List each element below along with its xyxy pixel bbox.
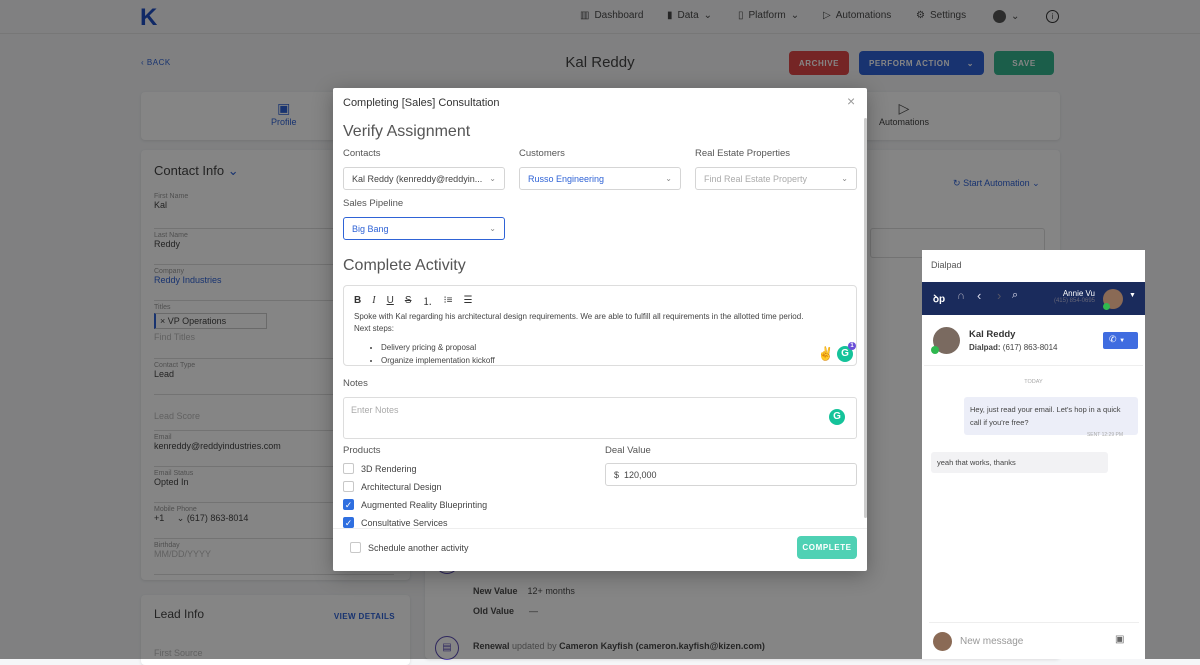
online-status-icon bbox=[931, 346, 939, 354]
strikethrough-icon[interactable]: S bbox=[405, 295, 412, 306]
user-avatar bbox=[933, 632, 952, 651]
camera-icon[interactable]: ▣ bbox=[1115, 634, 1124, 645]
caret-down-icon[interactable]: ▼ bbox=[1129, 292, 1136, 299]
emoji-icon[interactable]: ✌ bbox=[818, 346, 834, 362]
dialpad-title: Dialpad bbox=[931, 260, 962, 270]
deal-value-input[interactable]: $ 120,000 bbox=[605, 463, 857, 486]
complete-button[interactable]: COMPLETE bbox=[797, 536, 857, 559]
product-checkbox[interactable]: ✓ Augmented Reality Blueprinting bbox=[343, 499, 487, 510]
dialpad-panel: Dialpad ꝺp ∩ ‹ › ⌕ Annie Vu (415) 854-069… bbox=[922, 250, 1145, 659]
chevron-down-icon: ⌄ bbox=[489, 224, 496, 233]
close-icon[interactable]: × bbox=[847, 93, 855, 109]
sales-pipeline-select[interactable]: Big Bang ⌄ bbox=[343, 217, 505, 240]
complete-activity-heading: Complete Activity bbox=[343, 257, 466, 274]
forward-icon[interactable]: › bbox=[997, 288, 1001, 303]
rich-text-editor[interactable]: B I U S ⒈ ⁝≡ ☰ Spoke with Kal regarding his ar… bbox=[343, 285, 857, 366]
online-status-icon bbox=[1103, 303, 1110, 310]
modal-title: Completing [Sales] Consultation bbox=[343, 97, 500, 109]
real-estate-select[interactable]: Find Real Estate Property ⌄ bbox=[695, 167, 857, 190]
call-button[interactable]: ✆ ▼ bbox=[1103, 332, 1138, 349]
chevron-down-icon: ⌄ bbox=[665, 174, 672, 183]
grammarly-icon[interactable]: G1 bbox=[837, 342, 856, 362]
editor-toolbar: B I U S ⒈ ⁝≡ ☰ bbox=[344, 286, 856, 311]
product-checkbox[interactable]: ✓ Consultative Services bbox=[343, 517, 448, 528]
underline-icon[interactable]: U bbox=[387, 295, 394, 306]
dialpad-logo-icon: ꝺp bbox=[933, 294, 946, 305]
schedule-another-checkbox[interactable]: Schedule another activity bbox=[350, 542, 469, 553]
caret-down-icon: ▼ bbox=[1119, 338, 1126, 344]
customers-select[interactable]: Russo Engineering ⌄ bbox=[519, 167, 681, 190]
check-icon[interactable]: ✓ bbox=[343, 517, 354, 528]
product-checkbox[interactable]: Architectural Design bbox=[343, 481, 442, 492]
divider-icon[interactable]: ☰ bbox=[464, 295, 473, 306]
bold-icon[interactable]: B bbox=[354, 295, 361, 306]
italic-icon[interactable]: I bbox=[372, 295, 375, 306]
ordered-list-icon[interactable]: ⒈ bbox=[422, 293, 432, 308]
incoming-message: yeah that works, thanks bbox=[931, 452, 1108, 473]
search-icon[interactable]: ⌕ bbox=[1012, 289, 1018, 302]
check-icon[interactable]: ✓ bbox=[343, 499, 354, 510]
chevron-down-icon: ⌄ bbox=[489, 174, 496, 183]
phone-icon: ✆ bbox=[1109, 334, 1117, 344]
back-icon[interactable]: ‹ bbox=[977, 288, 981, 303]
outgoing-message: Hey, just read your email. Let's hop in … bbox=[964, 397, 1138, 435]
complete-activity-modal: Completing [Sales] Consultation × Verify… bbox=[333, 88, 867, 571]
headset-icon[interactable]: ∩ bbox=[957, 290, 965, 302]
grammarly-icon[interactable]: G bbox=[829, 409, 845, 425]
bullet-list-icon[interactable]: ⁝≡ bbox=[443, 295, 452, 306]
dialpad-toolbar: ꝺp ∩ ‹ › ⌕ Annie Vu (415) 854-0695 ▼ bbox=[922, 282, 1145, 315]
product-checkbox[interactable]: 3D Rendering bbox=[343, 463, 417, 474]
message-input[interactable]: New message bbox=[960, 636, 1023, 647]
verify-assignment-heading: Verify Assignment bbox=[343, 123, 471, 140]
contacts-select[interactable]: Kal Reddy (kenreddy@reddyin... ⌄ bbox=[343, 167, 505, 190]
scrollbar[interactable] bbox=[864, 118, 867, 518]
chevron-down-icon: ⌄ bbox=[841, 174, 848, 183]
notes-textarea[interactable]: Enter Notes G bbox=[343, 397, 857, 439]
